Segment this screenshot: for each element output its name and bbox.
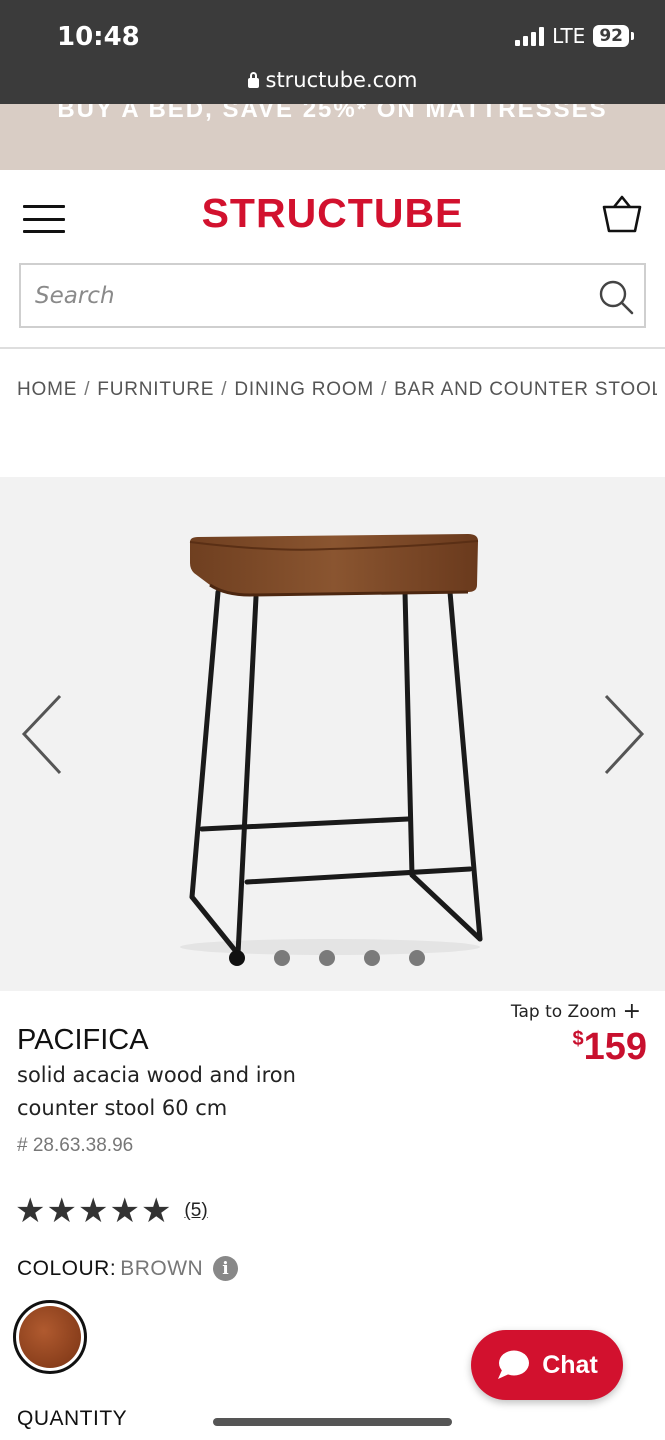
site-header: STRUCTUBE [0,170,665,260]
colour-swatch-brown[interactable] [13,1300,87,1374]
quantity-label: QUANTITY [17,1407,128,1430]
breadcrumb-furniture[interactable]: FURNITURE [97,379,214,400]
info-icon[interactable]: i [213,1256,239,1281]
gallery-dots [0,950,665,968]
status-bar: 10:48 LTE 92 structube.com [0,0,665,104]
star-icon: ★ [77,1191,109,1231]
breadcrumb: HOME / FURNITURE / DINING ROOM / BAR AND COUNT… [17,379,657,401]
status-indicators: LTE 92 [515,24,634,48]
gallery-dot-5[interactable] [409,950,425,966]
breadcrumb-separator: / [84,379,91,400]
star-icon: ★ [140,1191,172,1231]
product-gallery[interactable] [0,477,665,991]
swatch-fill [19,1306,81,1368]
signal-icon [515,26,545,46]
colour-label: COLOUR: [17,1256,117,1280]
breadcrumb-separator: / [221,379,228,400]
gallery-dot-1[interactable] [229,950,245,966]
gallery-dot-4[interactable] [364,950,380,966]
home-indicator[interactable] [213,1418,452,1426]
chat-label: Chat [542,1350,598,1379]
address-bar[interactable]: structube.com [0,68,665,92]
star-icon: ★ [46,1191,77,1231]
chat-button[interactable]: Chat [471,1330,623,1400]
star-icon: ★ [15,1191,46,1231]
url-text: structube.com [265,68,418,92]
product-price: $159 [572,1026,647,1069]
gallery-dot-3[interactable] [319,950,335,966]
zoom-label: Tap to Zoom [510,1002,617,1022]
product-name: PACIFICA [17,1024,149,1056]
chat-bubble-icon [498,1350,530,1379]
zoom-plus-icon: + [622,999,641,1024]
product-rating[interactable]: ★ ★ ★ ★ ★ (5) [15,1192,208,1230]
lock-icon [247,72,259,88]
product-image[interactable] [150,507,510,957]
search-input[interactable] [35,265,595,326]
currency-symbol: $ [572,1028,584,1050]
search-icon[interactable] [598,279,634,315]
header-divider [0,347,665,349]
breadcrumb-home[interactable]: HOME [17,379,77,400]
promo-text: BUY A BED, SAVE 25%* ON MATTRESSES [57,104,608,123]
breadcrumb-bar-counter-stools[interactable]: BAR AND COUNTER STOOLS [394,379,657,400]
tap-to-zoom[interactable]: Tap to Zoom + [510,998,641,1024]
colour-value: BROWN [120,1256,204,1280]
next-image-arrow-icon[interactable] [600,692,648,777]
status-time: 10:48 [57,22,140,52]
gallery-dot-2[interactable] [274,950,290,966]
search-bar [19,263,646,328]
review-count-link[interactable]: (5) [184,1200,207,1222]
breadcrumb-separator: / [381,379,388,400]
network-label: LTE [552,24,586,48]
star-icon: ★ [109,1191,140,1231]
previous-image-arrow-icon[interactable] [18,692,66,777]
site-logo[interactable]: STRUCTUBE [0,190,665,237]
cart-icon[interactable] [600,192,644,236]
product-sku: # 28.63.38.96 [17,1135,134,1156]
battery-icon: 92 [593,25,634,47]
price-value: 159 [583,1026,647,1068]
breadcrumb-dining-room[interactable]: DINING ROOM [234,379,374,400]
product-description: solid acacia wood and iron counter stool… [17,1063,296,1120]
colour-selector-label: COLOUR: BROWN i [17,1256,239,1281]
promo-banner[interactable]: BUY A BED, SAVE 25%* ON MATTRESSES [0,104,665,170]
